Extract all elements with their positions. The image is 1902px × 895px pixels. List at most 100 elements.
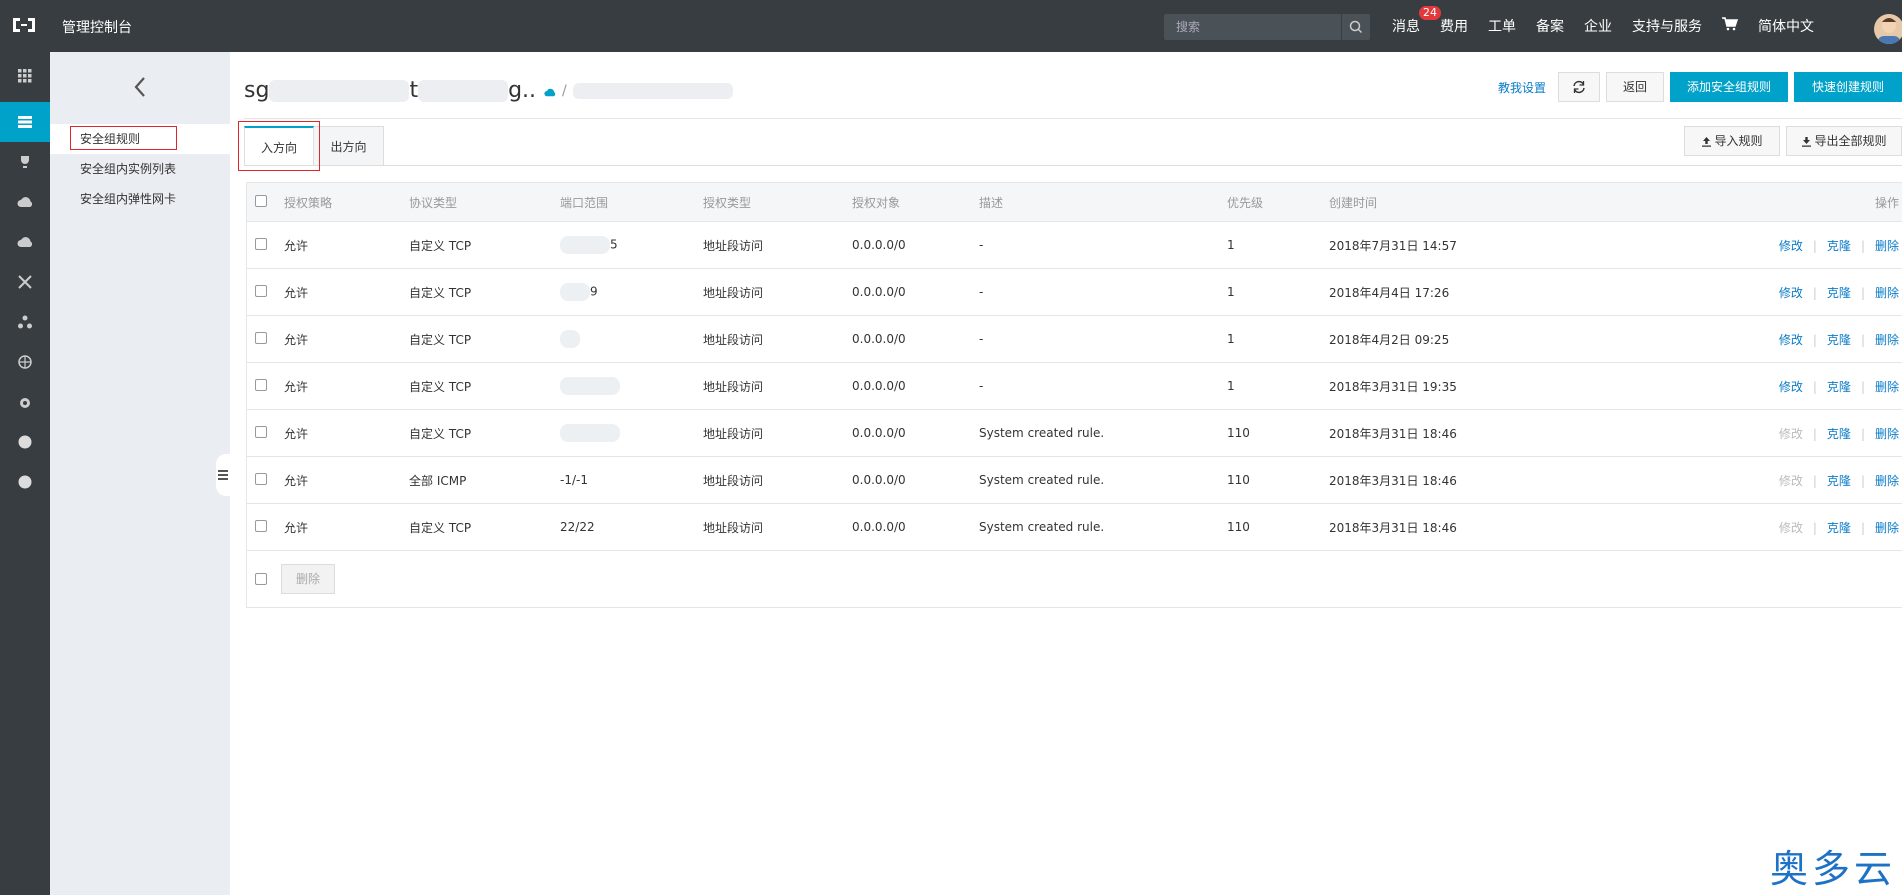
row-checkbox[interactable]	[255, 472, 267, 485]
search-box[interactable]	[1164, 14, 1370, 40]
cell-port	[559, 362, 702, 410]
footer-checkbox[interactable]	[255, 573, 267, 585]
cell-protocol: 自定义 TCP	[408, 503, 559, 550]
separator: |	[1860, 473, 1865, 488]
edit-link[interactable]: 修改	[1779, 239, 1803, 253]
cloud-icon	[544, 78, 556, 103]
network-icon[interactable]	[0, 302, 50, 342]
circle-icon[interactable]	[0, 422, 50, 462]
row-checkbox-cell	[247, 456, 283, 504]
row-checkbox[interactable]	[255, 284, 267, 297]
sidebar-item-eni[interactable]: 安全组内弹性网卡	[50, 184, 230, 214]
delete-link[interactable]: 删除	[1875, 286, 1899, 300]
row-actions: 修改 | 克隆 | 删除	[1628, 221, 1902, 269]
row-checkbox[interactable]	[255, 378, 267, 391]
console-title[interactable]: 管理控制台	[62, 17, 132, 37]
cell-port: 5	[559, 221, 702, 269]
clone-link[interactable]: 克隆	[1827, 333, 1851, 347]
export-rules-button[interactable]: 导出全部规则	[1786, 126, 1902, 156]
clone-link[interactable]: 克隆	[1827, 286, 1851, 300]
separator: |	[1860, 520, 1865, 535]
redacted-block	[560, 330, 580, 348]
cell-auth-type: 地址段访问	[702, 221, 851, 269]
globe-icon[interactable]	[0, 342, 50, 382]
delete-link[interactable]: 删除	[1875, 427, 1899, 441]
breadcrumb-separator: /	[562, 82, 567, 99]
nav-language[interactable]: 简体中文	[1758, 16, 1814, 36]
row-checkbox[interactable]	[255, 331, 267, 344]
quick-create-button[interactable]: 快速创建规则	[1794, 72, 1902, 102]
trophy-icon[interactable]	[0, 142, 50, 182]
clone-link[interactable]: 克隆	[1827, 474, 1851, 488]
edit-link[interactable]: 修改	[1779, 380, 1803, 394]
delete-link[interactable]: 删除	[1875, 521, 1899, 535]
port-value: -1/-1	[560, 473, 588, 487]
sidebar-item-instances[interactable]: 安全组内实例列表	[50, 154, 230, 184]
delete-link[interactable]: 删除	[1875, 474, 1899, 488]
cell-time: 2018年4月4日 17:26	[1328, 268, 1628, 316]
cell-priority: 110	[1226, 456, 1328, 504]
add-rule-button[interactable]: 添加安全组规则	[1670, 72, 1788, 102]
collapse-handle-icon[interactable]	[216, 454, 230, 496]
teach-me-link[interactable]: 教我设置	[1498, 79, 1546, 96]
nav-tickets[interactable]: 工单	[1488, 16, 1516, 36]
cloud-upload-icon[interactable]	[0, 222, 50, 262]
clone-link[interactable]: 克隆	[1827, 521, 1851, 535]
search-input[interactable]	[1164, 14, 1346, 40]
cell-time: 2018年3月31日 18:46	[1328, 409, 1628, 457]
ecs-server-icon[interactable]	[0, 102, 50, 142]
cell-priority: 1	[1226, 315, 1328, 363]
grid-icon[interactable]	[0, 56, 50, 96]
nav-support[interactable]: 支持与服务	[1632, 16, 1702, 36]
clone-link[interactable]: 克隆	[1827, 380, 1851, 394]
row-checkbox[interactable]	[255, 425, 267, 438]
cell-policy: 允许	[283, 362, 408, 410]
tab-outbound[interactable]: 出方向	[314, 126, 384, 166]
row-actions: 修改 | 克隆 | 删除	[1628, 456, 1902, 504]
row-checkbox[interactable]	[255, 237, 267, 250]
edit-link[interactable]: 修改	[1779, 521, 1803, 535]
refresh-button[interactable]	[1558, 72, 1600, 102]
table-header-row: 授权策略 协议类型 端口范围 授权类型 授权对象 描述 优先级 创建时间 操作	[247, 182, 1902, 222]
edit-link[interactable]: 修改	[1779, 427, 1803, 441]
avatar[interactable]	[1874, 14, 1902, 44]
circle-icon[interactable]	[0, 462, 50, 502]
edit-link[interactable]: 修改	[1779, 333, 1803, 347]
delete-link[interactable]: 删除	[1875, 380, 1899, 394]
nav-messages[interactable]: 消息 24	[1392, 6, 1441, 36]
cell-object: 0.0.0.0/0	[851, 362, 978, 410]
cart-icon[interactable]	[1722, 17, 1739, 35]
cell-desc: -	[978, 221, 1226, 269]
clone-link[interactable]: 克隆	[1827, 427, 1851, 441]
cell-object: 0.0.0.0/0	[851, 268, 978, 316]
bulk-delete-button[interactable]: 删除	[281, 564, 336, 594]
nav-icp[interactable]: 备案	[1536, 16, 1564, 36]
cell-object: 0.0.0.0/0	[851, 315, 978, 363]
gear-cloud-icon[interactable]	[0, 382, 50, 422]
nav-billing[interactable]: 费用	[1440, 16, 1468, 36]
cell-desc: System created rule.	[978, 409, 1226, 457]
redacted-block	[560, 283, 590, 301]
import-rules-button[interactable]: 导入规则	[1684, 126, 1780, 156]
search-icon[interactable]	[1341, 14, 1370, 40]
back-button[interactable]: 返回	[1606, 72, 1664, 102]
aliyun-logo-icon[interactable]	[10, 14, 38, 36]
message-count-badge: 24	[1419, 6, 1441, 20]
download-icon	[1802, 136, 1812, 147]
table-row: 允许 自定义 TCP 地址段访问 0.0.0.0/0-1 2018年4月2日 09:25…	[247, 315, 1902, 363]
edit-link[interactable]: 修改	[1779, 286, 1803, 300]
row-checkbox[interactable]	[255, 519, 267, 532]
cloud-icon[interactable]	[0, 182, 50, 222]
row-actions: 修改 | 克隆 | 删除	[1628, 409, 1902, 457]
clone-link[interactable]: 克隆	[1827, 239, 1851, 253]
nav-enterprise[interactable]: 企业	[1584, 16, 1612, 36]
row-actions: 修改 | 克隆 | 删除	[1628, 315, 1902, 363]
select-all-checkbox[interactable]	[255, 194, 267, 207]
delete-link[interactable]: 删除	[1875, 333, 1899, 347]
delete-link[interactable]: 删除	[1875, 239, 1899, 253]
col-header: 创建时间	[1328, 182, 1628, 222]
shuffle-icon[interactable]	[0, 262, 50, 302]
cell-auth-type: 地址段访问	[702, 268, 851, 316]
edit-link[interactable]: 修改	[1779, 474, 1803, 488]
back-arrow-icon[interactable]	[50, 52, 230, 122]
